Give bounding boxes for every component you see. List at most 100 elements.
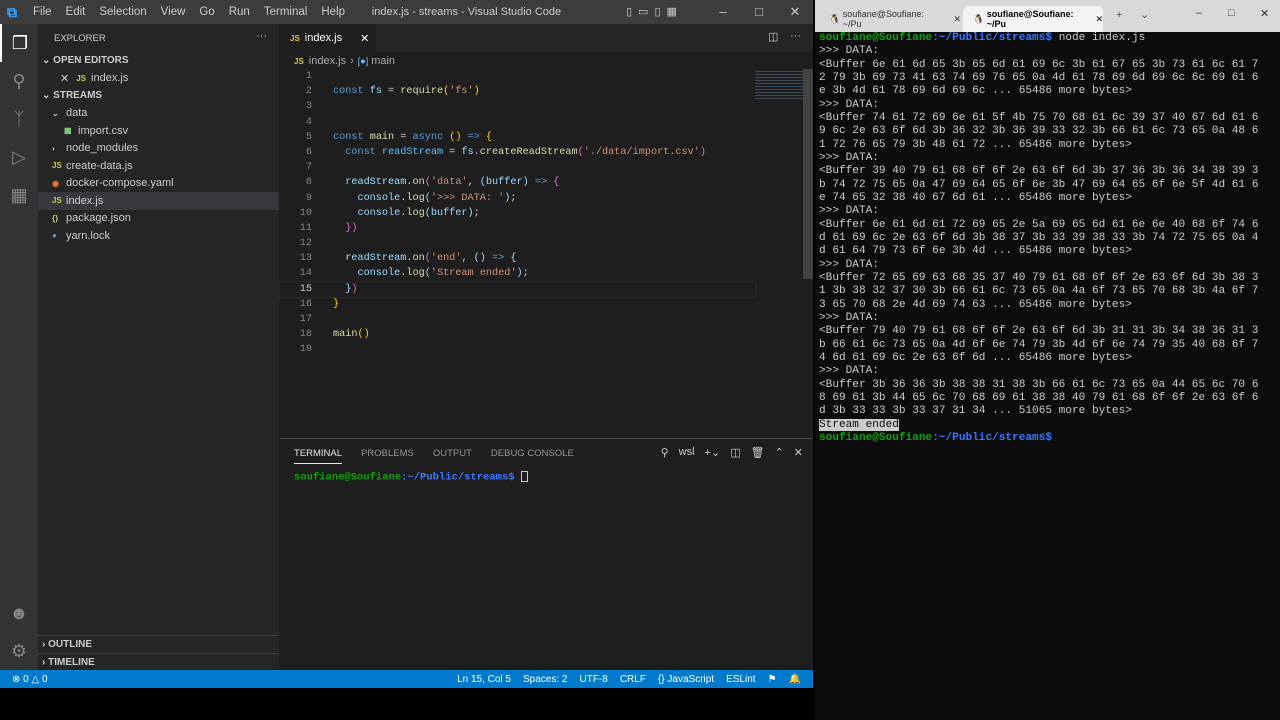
tree-item-yarn-lock[interactable]: ● yarn.lock [38,227,279,245]
linux-penguin-icon: 🐧 [829,13,841,24]
terminal-line: >>> DATA: [819,98,879,111]
source-control-icon[interactable]: ᛉ [0,100,38,138]
tab-index-js[interactable]: JS index.js ✕ [280,24,376,52]
tree-item-label: docker-compose.yaml [66,177,174,190]
code-token: '>>> DATA: ' [430,192,505,204]
account-icon[interactable]: ☻ [0,594,38,632]
tree-item-data[interactable]: ⌄ data [38,105,279,123]
code-token: log [406,207,425,219]
terminal-line: <Buffer 6e 61 6d 61 72 69 65 2e 5a 69 65… [819,218,1259,231]
terminal-shell-icon[interactable]: ⚲ [661,446,669,459]
maximize-button[interactable]: □ [1228,7,1235,19]
terminal-output[interactable]: soufiane@Soufiane:~/Public/streams$ node… [819,32,1279,445]
indentation[interactable]: Spaces: 2 [523,674,567,685]
panel-tab-problems[interactable]: PROBLEMS [361,448,414,459]
terminal-line: d 61 69 6c 2e 63 6f 6d 3b 38 37 3b 33 39… [819,231,1259,244]
close-icon[interactable]: ✕ [60,72,69,85]
line-number: 16 [299,298,312,310]
more-actions-icon[interactable]: ··· [256,30,267,42]
tree-item-label: index.js [66,194,104,207]
terminal-line: <Buffer 72 65 69 63 68 35 37 40 79 61 68… [819,271,1259,284]
tree-item-package-json[interactable]: {} package.json [38,210,279,228]
breadcrumb-file[interactable]: index.js [309,55,346,67]
timeline-section[interactable]: › TIMELINE [38,653,279,671]
tree-item-import-csv[interactable]: ▦ import.csv [38,122,279,140]
panel-tab-debug-console[interactable]: DEBUG CONSOLE [491,448,574,459]
language-mode[interactable]: {} JavaScript [658,674,714,685]
tree-item-index-js[interactable]: JS index.js [38,192,279,210]
minimize-button[interactable]: – [705,0,741,24]
terminal-tab[interactable]: 🐧 soufiane@Soufiane: ~/Pu ✕ [819,6,961,32]
tree-item-create-data-js[interactable]: JS create-data.js [38,157,279,175]
open-editors-section[interactable]: ⌄ OPEN EDITORS [38,52,279,70]
close-button[interactable]: ✕ [777,0,813,24]
terminal-line: >>> DATA: [819,311,879,324]
code-token: => [461,131,486,143]
close-button[interactable]: ✕ [1260,7,1269,20]
line-number: 1 [305,71,312,82]
tree-item-label: package.json [66,212,131,225]
end-of-line[interactable]: CRLF [620,674,646,685]
close-tab-icon[interactable]: ✕ [953,14,961,25]
more-actions-icon[interactable]: ··· [790,30,801,42]
code-line: 5 const main = async () => { [280,130,755,145]
search-icon[interactable]: ⚲ [0,62,38,100]
dropdown-icon[interactable]: ⌄ [1140,8,1149,21]
cursor-position[interactable]: Ln 15, Col 5 [457,674,511,685]
layout-toggle-icons[interactable]: ▯▭▯▦ [626,5,683,18]
terminal-line: >>> DATA: [819,45,879,58]
breadcrumb-symbol[interactable]: main [371,55,395,67]
close-tab-icon[interactable]: ✕ [1095,14,1103,25]
trash-icon[interactable]: 🗑 [751,446,765,459]
code-line: 3 [280,99,755,114]
terminal-line: 1 72 76 65 79 3b 48 61 72 ... 65486 more… [819,138,1132,151]
title-bar: ⧉ File Edit Selection View Go Run Terminal Help… [0,0,813,24]
feedback-icon[interactable]: ⚑ [768,674,777,685]
new-tab-button[interactable]: + [1116,9,1122,21]
minimize-button[interactable]: – [1196,7,1202,19]
vscode-window: ⧉ File Edit Selection View Go Run Terminal Help… [0,0,813,688]
code-token: () [357,329,370,341]
breadcrumb: JS index.js › [●] main [280,52,800,70]
terminal-line: b 66 61 6c 73 65 0a 4d 6f 6e 74 79 3b 4d… [819,338,1259,351]
close-panel-icon[interactable]: ✕ [794,446,803,459]
new-terminal-icon[interactable]: +⌄ [705,446,721,459]
code-token: readStream [333,177,407,189]
minimap[interactable] [755,69,803,99]
code-token: log [406,192,425,204]
outline-section[interactable]: › OUTLINE [38,635,279,653]
panel-tab-terminal[interactable]: TERMINAL [294,448,343,464]
maximize-panel-icon[interactable]: ⌃ [775,446,784,459]
integrated-terminal[interactable]: soufiane@Soufiane:~/Public/streams$ [280,467,813,487]
code-token: log [406,268,425,280]
js-file-icon: JS [76,73,87,83]
terminal-line: 3 65 70 68 2e 4d 69 74 63 ... 65486 more… [819,298,1132,311]
code-token: buffer [430,207,468,219]
terminal-shell-select[interactable]: wsl [679,446,695,459]
panel-tab-output[interactable]: OUTPUT [433,448,472,459]
split-terminal-icon[interactable]: ◫ [730,446,740,459]
close-tab-icon[interactable]: ✕ [360,32,369,45]
code-token: const [333,86,364,98]
js-icon: JS [52,161,62,171]
tree-item-docker-compose-yaml[interactable]: ◉ docker-compose.yaml [38,175,279,193]
tree-item-node_modules[interactable]: › node_modules [38,140,279,158]
extensions-icon[interactable]: ▦ [0,176,38,214]
terminal-tab-active[interactable]: 🐧 soufiane@Soufiane: ~/Pu ✕ [963,6,1103,32]
streams-folder-section[interactable]: ⌄ STREAMS [38,87,279,105]
line-number: 3 [305,101,312,113]
code-editor[interactable]: 1 2 const fs = require('fs') 3 4 5 const main … [279,69,756,358]
code-token: { [485,131,493,143]
encoding[interactable]: UTF-8 [579,674,607,685]
maximize-button[interactable]: □ [741,0,777,24]
eslint-status[interactable]: ESLint [726,674,755,685]
open-editor-item[interactable]: ✕ JS index.js [38,70,279,88]
editor-scrollbar[interactable] [803,69,813,279]
explorer-icon[interactable]: ❐ [0,24,38,62]
split-editor-icon[interactable]: ◫ [768,30,778,43]
notifications-bell-icon[interactable]: 🔔 [789,674,801,685]
problems-status[interactable]: ⊗ 0 △ 0 [12,674,48,685]
settings-gear-icon[interactable]: ⚙ [0,632,38,670]
code-line: 1 [280,69,755,84]
run-debug-icon[interactable]: ▷ [0,138,38,176]
